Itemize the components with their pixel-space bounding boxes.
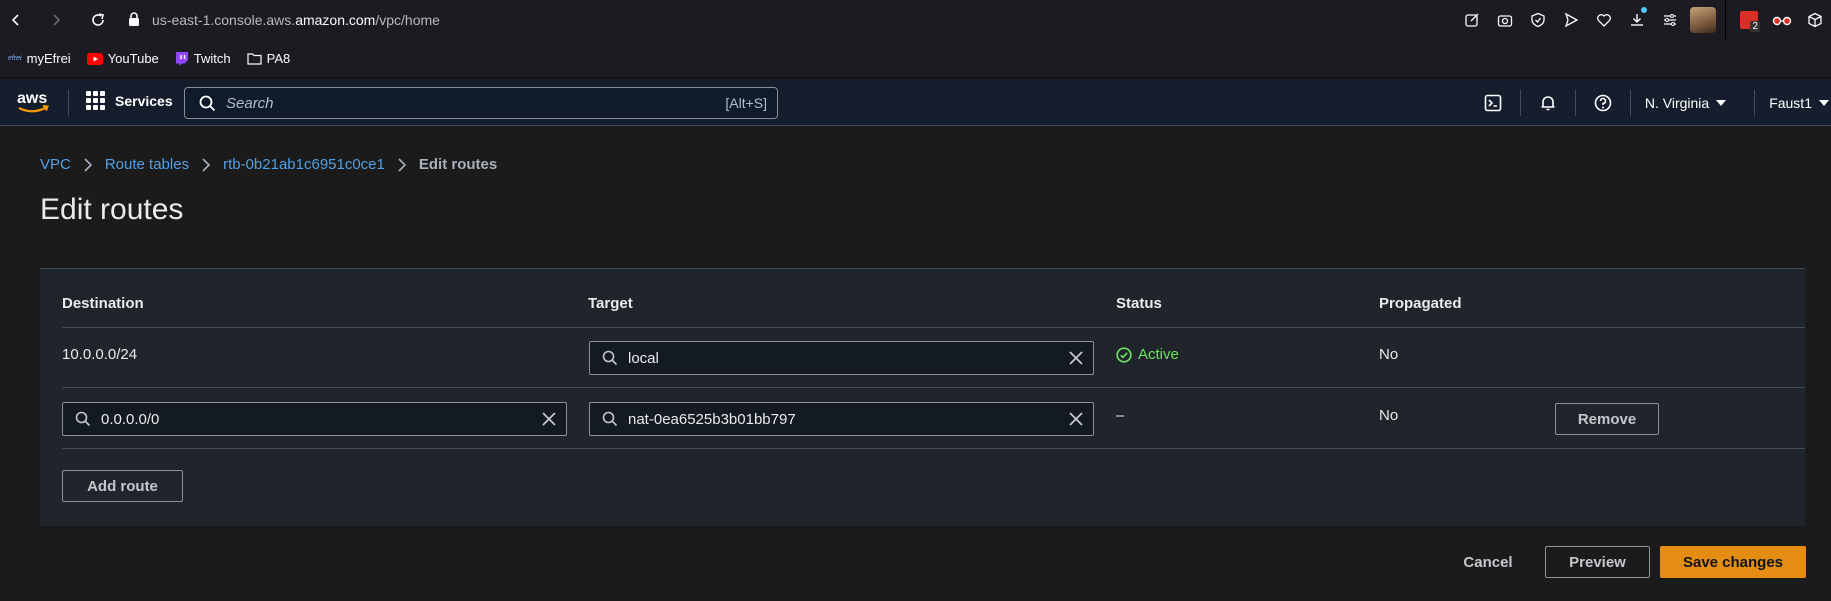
efrei-icon: efrei [8,55,22,62]
bell-icon[interactable] [1521,80,1575,126]
url-text: us-east-1.console.aws.amazon.com/vpc/hom… [152,12,440,28]
heart-icon[interactable] [1587,0,1620,40]
nav-divider [1754,90,1756,116]
search-input[interactable] [226,94,686,112]
breadcrumb-vpc[interactable]: VPC [40,156,71,173]
search-shortcut-hint: [Alt+S] [725,95,767,111]
services-menu[interactable]: Services [86,91,173,110]
save-changes-button[interactable]: Save changes [1660,546,1806,578]
row-divider [62,327,1805,328]
browser-toolbar-icons: 2 [1455,0,1831,40]
column-header-propagated: Propagated [1379,295,1462,312]
lock-icon [128,12,140,32]
folder-icon [247,52,262,65]
search-icon [602,350,618,366]
chevron-right-icon [397,157,407,172]
propagated-value: No [1379,407,1399,424]
bookmark-folder-pa8[interactable]: PA8 [247,51,290,66]
clear-icon[interactable] [542,412,556,426]
destination-field[interactable]: 0.0.0.0/0 [62,402,567,436]
shield-check-icon[interactable] [1521,0,1554,40]
preview-button[interactable]: Preview [1545,546,1650,578]
nav-divider [1629,90,1631,116]
add-route-button[interactable]: Add route [62,470,183,502]
clear-icon[interactable] [1069,412,1083,426]
column-header-target: Target [588,295,633,312]
browser-toolbar: us-east-1.console.aws.amazon.com/vpc/hom… [0,0,1831,40]
row-divider [62,448,1805,449]
page-title: Edit routes [40,193,184,226]
svg-text:aws: aws [17,90,47,107]
search-icon [75,411,91,427]
settings-sliders-icon[interactable] [1653,0,1686,40]
nav-right: N. Virginia Faust1 [1466,80,1831,126]
calendar-extension-icon[interactable]: 2 [1732,0,1765,40]
help-icon[interactable] [1576,80,1630,126]
extensions-icon[interactable] [1798,0,1831,40]
propagated-value: No [1379,346,1399,363]
bookmark-youtube[interactable]: YouTube [86,51,159,66]
target-value: nat-0ea6525b3b01bb797 [628,410,796,428]
breadcrumb-route-tables[interactable]: Route tables [105,156,189,173]
bookmark-myefrei[interactable]: efrei myEfrei [8,51,71,66]
camera-icon[interactable] [1488,0,1521,40]
chevron-right-icon [201,157,211,172]
search-box[interactable]: [Alt+S] [184,87,778,119]
target-field[interactable]: local [589,341,1094,375]
remove-button[interactable]: Remove [1555,403,1659,435]
toolbar-divider [1725,0,1726,40]
status-value: – [1116,407,1125,424]
routes-table-panel: Destination Target Status Propagated 10.… [40,268,1805,526]
target-field[interactable]: nat-0ea6525b3b01bb797 [589,402,1094,436]
search-icon [602,411,618,427]
glasses-extension-icon[interactable] [1765,0,1798,40]
profile-avatar[interactable] [1686,0,1719,40]
clear-icon[interactable] [1069,351,1083,365]
caret-down-icon [1716,100,1727,106]
aws-logo[interactable]: aws [16,88,50,118]
download-icon[interactable] [1620,0,1653,40]
cloudshell-icon[interactable] [1466,80,1520,126]
account-menu[interactable]: Faust1 [1769,95,1829,111]
bookmark-twitch[interactable]: Twitch [175,51,231,66]
cancel-button[interactable]: Cancel [1443,546,1533,578]
back-button[interactable] [2,6,30,34]
search-icon [199,95,216,112]
column-header-destination: Destination [62,295,144,312]
region-selector[interactable]: N. Virginia [1645,95,1727,111]
nav-divider [68,90,69,116]
breadcrumb: VPC Route tables rtb-0b21ab1c6951c0ce1 E… [40,156,497,173]
reload-button[interactable] [84,6,112,34]
row-divider [62,387,1805,388]
caret-down-icon [1819,100,1829,106]
edit-icon[interactable] [1455,0,1488,40]
check-circle-icon [1116,346,1132,363]
chevron-right-icon [83,157,93,172]
twitch-icon [175,51,189,66]
route-destination-text: 10.0.0.0/24 [62,346,138,363]
breadcrumb-route-table-id[interactable]: rtb-0b21ab1c6951c0ce1 [223,156,385,173]
breadcrumb-current: Edit routes [418,156,498,173]
column-header-status: Status [1116,295,1162,312]
url-bar[interactable]: us-east-1.console.aws.amazon.com/vpc/hom… [118,3,1486,37]
send-icon[interactable] [1554,0,1587,40]
target-value: local [628,349,659,367]
bookmarks-bar: efrei myEfrei YouTube Twitch PA8 [0,40,1831,78]
grid-icon [86,91,105,110]
youtube-icon [86,52,103,65]
aws-top-nav: aws Services [Alt+S] N. Virginia Faust1 [0,80,1831,126]
forward-button[interactable] [42,6,70,34]
status-badge: Active [1116,346,1179,363]
destination-value: 0.0.0.0/0 [101,410,160,428]
